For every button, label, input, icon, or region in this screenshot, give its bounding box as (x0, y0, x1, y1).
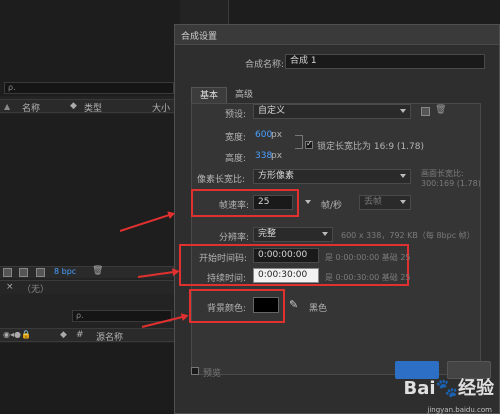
label-tag-icon: ◆ (70, 101, 77, 111)
delete-preset-icon[interactable]: 🗑 (435, 105, 446, 115)
duration-note: 是 0:00:30:00 基础 25 (325, 273, 411, 282)
col-size[interactable]: 大小 (152, 101, 170, 114)
height-unit: px (271, 151, 283, 161)
new-folder-icon[interactable] (19, 268, 28, 277)
pixel-aspect-select[interactable]: 方形像素 (253, 169, 411, 184)
viewer-panel-top (228, 0, 500, 24)
new-comp-icon[interactable] (36, 268, 45, 277)
sort-icon: ▲ (4, 102, 11, 111)
dialog-titlebar[interactable]: 合成设置 (175, 25, 499, 45)
col-hash: # (76, 330, 84, 340)
frame-aspect-label: 画面长宽比: (421, 169, 464, 178)
resolution-label: 分辨率: (219, 233, 250, 243)
trash-icon[interactable]: 🗑 (92, 266, 103, 276)
comp-name-label: 合成名称: (245, 60, 285, 70)
duration-input[interactable]: 0:00:30:00 (253, 268, 319, 283)
search-icon: ρ. (8, 83, 16, 92)
interpret-footage-icon[interactable] (3, 268, 12, 277)
start-tc-note: 是 0:00:00:00 基础 25 (325, 253, 411, 262)
preset-select[interactable]: 自定义 (253, 104, 411, 119)
col-type[interactable]: 类型 (84, 101, 102, 114)
project-search-input[interactable]: ρ. (4, 82, 174, 94)
duration-value: 0:00:30:00 (258, 270, 308, 280)
project-column-header: ▲ 名称 ◆ 类型 大小 (0, 99, 180, 114)
lock-aspect-checkbox[interactable] (305, 139, 313, 149)
search-icon: ρ. (76, 311, 84, 320)
resolution-value: 完整 (258, 229, 277, 239)
height-label: 高度: (225, 154, 247, 164)
width-value[interactable]: 600 (255, 130, 272, 140)
start-tc-input[interactable]: 0:00:00:00 (253, 248, 319, 263)
timeline-columns: ◉◂●🔒 ◆ # 源名称 (0, 328, 180, 343)
chevron-down-icon (400, 200, 406, 204)
fps-dropdown-icon[interactable] (305, 200, 311, 204)
resolution-info: 600 x 338，792 KB（每 8bpc 帧） (341, 231, 475, 240)
bg-color-name: 黑色 (309, 304, 328, 314)
bg-color-swatch[interactable] (253, 297, 279, 313)
lock-aspect-label: 锁定长宽比为 16:9 (1.78) (317, 142, 424, 152)
pixel-aspect-value: 方形像素 (258, 171, 295, 181)
comp-name-input[interactable]: 合成 1 (285, 54, 485, 69)
bg-color-label: 背景颜色: (207, 304, 247, 314)
label-tag-icon: ◆ (60, 330, 67, 340)
height-value[interactable]: 338 (255, 151, 272, 161)
fps-unit: 帧/秒 (321, 201, 343, 211)
comp-name-value: 合成 1 (290, 56, 317, 66)
tab-advanced[interactable]: 高级 (227, 87, 261, 103)
col-source-name[interactable]: 源名称 (96, 330, 123, 343)
preset-value: 自定义 (258, 106, 286, 116)
fps-input[interactable]: 25 (253, 195, 293, 210)
drop-frame-value: 丢帧 (364, 197, 383, 207)
composition-settings-dialog: 合成设置 合成名称: 合成 1 基本 高级 预设: 自定义 🗑 宽度: 600 … (174, 24, 500, 414)
preview-label: 预览 (203, 369, 222, 379)
duration-label: 持续时间: (207, 274, 247, 284)
save-preset-icon[interactable] (421, 107, 430, 116)
close-icon[interactable]: × (6, 282, 14, 292)
timeline-search-input[interactable]: ρ. (72, 310, 172, 322)
chevron-down-icon (400, 109, 406, 113)
fps-value: 25 (258, 197, 270, 207)
frame-aspect-value: 300:169 (1.78) (421, 179, 481, 188)
visibility-icons[interactable]: ◉◂●🔒 (3, 330, 31, 339)
chevron-down-icon (400, 174, 406, 178)
preview-checkbox[interactable] (191, 367, 199, 375)
project-list (0, 114, 180, 266)
timeline-comp-name: （无） (22, 285, 50, 295)
width-label: 宽度: (225, 133, 247, 143)
dialog-title: 合成设置 (181, 32, 218, 42)
chevron-down-icon (322, 232, 328, 236)
tab-basic[interactable]: 基本 (191, 87, 228, 103)
timeline-header: × （无） (0, 280, 180, 295)
fps-label: 帧速率: (219, 201, 250, 211)
link-bracket (295, 135, 303, 149)
preset-label: 预设: (225, 110, 247, 120)
drop-frame-select[interactable]: 丢帧 (359, 195, 411, 210)
watermark-logo: Bai🐾经验 (403, 378, 494, 399)
width-unit: px (271, 130, 283, 140)
tab-bar: 基本 高级 (191, 87, 261, 103)
pixel-aspect-label: 像素长宽比: (197, 175, 246, 185)
watermark-url: jingyan.baidu.com (427, 406, 492, 414)
start-tc-value: 0:00:00:00 (258, 250, 308, 260)
col-name[interactable]: 名称 (22, 101, 40, 114)
bpc-toggle[interactable]: 8 bpc (54, 267, 76, 276)
eyedropper-icon[interactable]: ✎ (289, 298, 298, 311)
start-tc-label: 开始时间码: (199, 254, 248, 264)
timeline-body (0, 343, 180, 414)
resolution-select[interactable]: 完整 (253, 227, 333, 242)
project-footer: 8 bpc 🗑 (0, 266, 180, 278)
